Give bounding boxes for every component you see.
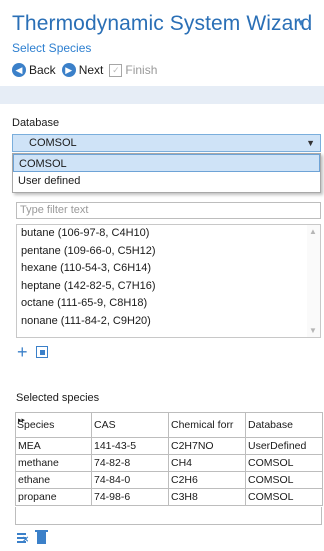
table-header-row: ▸▸Species CAS Chemical forr Database [15, 412, 323, 438]
cell-database: COMSOL [245, 471, 323, 489]
database-select[interactable]: COMSOL ▼ [12, 134, 321, 152]
cell-species: propane [15, 488, 92, 506]
cell-formula: C2H7NO [168, 437, 246, 455]
column-header-cas[interactable]: CAS [91, 412, 169, 438]
table-empty-area [15, 507, 322, 525]
cell-cas: 74-82-8 [91, 454, 169, 472]
cell-database: COMSOL [245, 488, 323, 506]
selected-species-table: ▸▸Species CAS Chemical forr Database MEA… [15, 412, 323, 506]
scroll-up-icon[interactable]: ▲ [309, 227, 317, 236]
cell-cas: 74-98-6 [91, 488, 169, 506]
list-scrollbar[interactable]: ▲ ▼ [307, 225, 320, 337]
database-dropdown: COMSOL User defined [12, 153, 321, 193]
section-band [0, 86, 324, 104]
next-label: Next [78, 63, 104, 77]
cell-cas: 74-84-0 [91, 471, 169, 489]
step-subtitle: Select Species [12, 41, 92, 55]
chevron-down-icon: ▼ [306, 138, 315, 148]
table-row[interactable]: methane 74-82-8 CH4 COMSOL [15, 454, 323, 472]
table-toolbar: ✕ [17, 530, 48, 544]
delete-icon[interactable] [35, 530, 48, 544]
next-button[interactable]: ▶ Next [61, 63, 104, 77]
cell-species: MEA [15, 437, 92, 455]
cell-database: COMSOL [245, 454, 323, 472]
list-item[interactable]: pentane (109-66-0, C5H12) [17, 243, 320, 261]
list-item[interactable]: hexane (110-54-3, C6H14) [17, 260, 320, 278]
table-row[interactable]: ethane 74-84-0 C2H6 COMSOL [15, 471, 323, 489]
filter-input[interactable]: Type filter text [16, 202, 321, 219]
scroll-down-icon[interactable]: ▼ [309, 326, 317, 335]
database-selected-value: COMSOL [29, 137, 77, 149]
column-header-species[interactable]: ▸▸Species [15, 412, 92, 438]
list-item[interactable]: octane (111-65-9, C8H18) [17, 295, 320, 313]
selected-species-label: Selected species [16, 392, 100, 404]
list-toolbar: + [17, 343, 48, 361]
cell-formula: C3H8 [168, 488, 246, 506]
finish-button[interactable]: ✓ Finish [109, 63, 157, 77]
list-item[interactable]: nonane (111-84-2, C9H20) [17, 313, 320, 331]
cell-formula: CH4 [168, 454, 246, 472]
column-header-formula[interactable]: Chemical forr [168, 412, 246, 438]
add-selection-icon[interactable] [35, 346, 48, 358]
finish-check-icon: ✓ [109, 63, 123, 77]
dropdown-option[interactable]: COMSOL [13, 154, 320, 172]
wizard-header: Thermodynamic System Wizard ▾ ↕ Select S… [0, 0, 324, 112]
species-list: butane (106-97-8, C4H10) pentane (109-66… [16, 224, 321, 338]
back-label: Back [29, 63, 56, 77]
dropdown-option[interactable]: User defined [13, 172, 320, 190]
back-arrow-icon: ◀ [12, 63, 26, 77]
cell-database: UserDefined [245, 437, 323, 455]
add-icon[interactable]: + [17, 343, 28, 361]
clear-list-icon[interactable]: ✕ [17, 533, 29, 544]
cell-formula: C2H6 [168, 471, 246, 489]
column-header-database[interactable]: Database [245, 412, 323, 438]
back-button[interactable]: ◀ Back [12, 63, 56, 77]
list-item[interactable]: butane (106-97-8, C4H10) [17, 225, 320, 243]
table-row[interactable]: propane 74-98-6 C3H8 COMSOL [15, 488, 323, 506]
cell-species: ethane [15, 471, 92, 489]
finish-label: Finish [125, 63, 158, 77]
window-controls[interactable]: ▾ ↕ [298, 16, 312, 29]
cell-species: methane [15, 454, 92, 472]
cell-cas: 141-43-5 [91, 437, 169, 455]
wizard-title: Thermodynamic System Wizard [12, 12, 313, 35]
table-row[interactable]: MEA 141-43-5 C2H7NO UserDefined [15, 437, 323, 455]
next-arrow-icon: ▶ [61, 63, 76, 77]
wizard-nav: ◀ Back ▶ Next ✓ Finish [12, 61, 163, 79]
database-label: Database [12, 117, 60, 129]
list-item[interactable]: heptane (142-82-5, C7H16) [17, 278, 320, 296]
